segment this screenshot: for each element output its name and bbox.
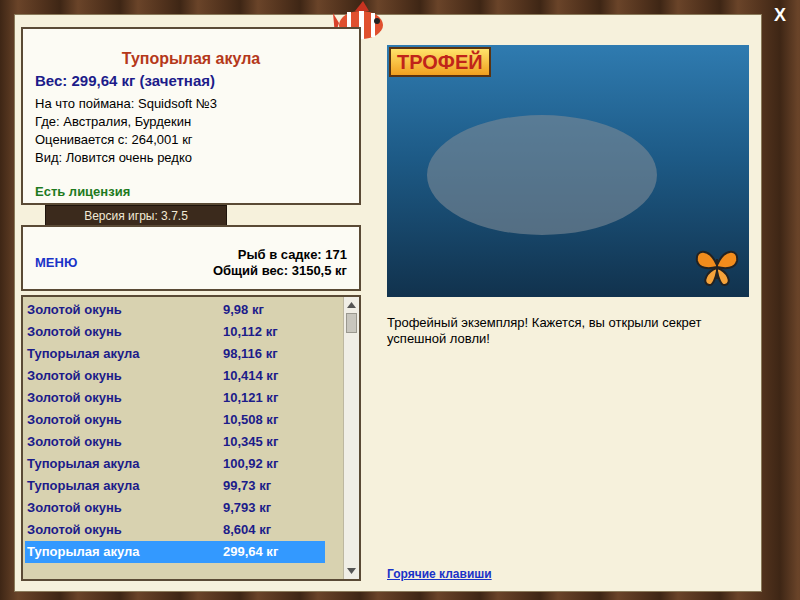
detail-line: Где: Австралия, Бурдекин xyxy=(35,113,347,131)
keepnet-summary: Рыб в садке: 171 Общий вес: 3150,5 кг xyxy=(213,247,347,279)
catch-name: Золотой окунь xyxy=(25,410,223,430)
version-label: Версия игры: 3.7.5 xyxy=(45,205,227,227)
catch-weight: 100,92 кг xyxy=(223,454,278,474)
scrollbar[interactable] xyxy=(343,297,359,579)
catch-name: Золотой окунь xyxy=(25,520,223,540)
catch-weight: 98,116 кг xyxy=(223,344,278,364)
catch-name: Тупорылая акула xyxy=(25,344,223,364)
catch-row[interactable]: Тупорылая акула99,73 кг xyxy=(25,475,325,497)
catch-weight: 10,414 кг xyxy=(223,366,278,386)
catch-row[interactable]: Тупорылая акула299,64 кг xyxy=(25,541,325,563)
keepnet-total: Общий вес: 3150,5 кг xyxy=(213,263,347,279)
left-column: Тупорылая акула Вес: 299,64 кг (зачетная… xyxy=(15,15,361,591)
license-status: Есть лицензия xyxy=(35,183,347,201)
scroll-thumb[interactable] xyxy=(346,313,357,333)
detail-line: Вид: Ловится очень редко xyxy=(35,149,347,167)
keepnet-count: Рыб в садке: 171 xyxy=(213,247,347,263)
catch-weight: 10,112 кг xyxy=(223,322,278,342)
keepnet-panel: МЕНЮ Рыб в садке: 171 Общий вес: 3150,5 … xyxy=(21,225,361,291)
catch-weight: 299,64 кг xyxy=(223,542,278,562)
catch-row[interactable]: Золотой окунь10,414 кг xyxy=(25,365,325,387)
fish-name: Тупорылая акула xyxy=(35,49,347,69)
catch-weight: 99,73 кг xyxy=(223,476,271,496)
catch-name: Тупорылая акула xyxy=(25,454,223,474)
fish-weight: Вес: 299,64 кг (зачетная) xyxy=(35,71,347,91)
screen: X Тупорылая акула Вес: 299,64 кг (зачетн… xyxy=(0,0,800,600)
catch-name: Золотой окунь xyxy=(25,300,223,320)
catch-weight: 9,793 кг xyxy=(223,498,271,518)
catch-row[interactable]: Тупорылая акула100,92 кг xyxy=(25,453,325,475)
catch-weight: 10,508 кг xyxy=(223,410,278,430)
catch-name: Золотой окунь xyxy=(25,498,223,518)
trophy-badge: ТРОФЕЙ xyxy=(389,47,491,77)
catch-weight: 10,121 кг xyxy=(223,388,278,408)
fish-info-panel: Тупорылая акула Вес: 299,64 кг (зачетная… xyxy=(21,27,361,205)
catch-row[interactable]: Золотой окунь10,508 кг xyxy=(25,409,325,431)
catch-name: Тупорылая акула xyxy=(25,476,223,496)
trophy-message: Трофейный экземпляр! Кажется, вы открыли… xyxy=(387,315,737,347)
detail-line: Оценивается с: 264,001 кг xyxy=(35,131,347,149)
hotkeys-link[interactable]: Горячие клавиши xyxy=(387,565,492,583)
butterfly-icon xyxy=(693,243,741,291)
catch-name: Золотой окунь xyxy=(25,366,223,386)
catch-weight: 9,98 кг xyxy=(223,300,264,320)
scroll-up-icon[interactable] xyxy=(344,297,359,313)
catch-rows: Золотой окунь9,98 кгЗолотой окунь10,112 … xyxy=(23,297,343,579)
trophy-photo: ТРОФЕЙ xyxy=(387,45,749,297)
scroll-down-icon[interactable] xyxy=(344,563,359,579)
fish-details: На что поймана: Squidsoft №3 Где: Австра… xyxy=(35,95,347,167)
catch-name: Тупорылая акула xyxy=(25,542,223,562)
scroll-track[interactable] xyxy=(344,313,359,563)
catch-name: Золотой окунь xyxy=(25,388,223,408)
catch-weight: 10,345 кг xyxy=(223,432,278,452)
close-button[interactable]: X xyxy=(770,4,790,26)
main-window: Тупорылая акула Вес: 299,64 кг (зачетная… xyxy=(14,14,762,592)
catch-row[interactable]: Золотой окунь10,112 кг xyxy=(25,321,325,343)
catch-row[interactable]: Золотой окунь8,604 кг xyxy=(25,519,325,541)
catch-row[interactable]: Золотой окунь9,98 кг xyxy=(25,299,325,321)
catch-name: Золотой окунь xyxy=(25,432,223,452)
detail-line: На что поймана: Squidsoft №3 xyxy=(35,95,347,113)
catch-row[interactable]: Золотой окунь10,345 кг xyxy=(25,431,325,453)
shark-shape xyxy=(427,115,657,235)
catch-weight: 8,604 кг xyxy=(223,520,271,540)
catch-row[interactable]: Тупорылая акула98,116 кг xyxy=(25,343,325,365)
catch-row[interactable]: Золотой окунь9,793 кг xyxy=(25,497,325,519)
catch-row[interactable]: Золотой окунь10,121 кг xyxy=(25,387,325,409)
catch-name: Золотой окунь xyxy=(25,322,223,342)
menu-button[interactable]: МЕНЮ xyxy=(35,253,77,273)
right-column: ТРОФЕЙ Трофейный экземпляр! Кажется, вы … xyxy=(361,15,761,591)
catch-list: Золотой окунь9,98 кгЗолотой окунь10,112 … xyxy=(21,295,361,581)
